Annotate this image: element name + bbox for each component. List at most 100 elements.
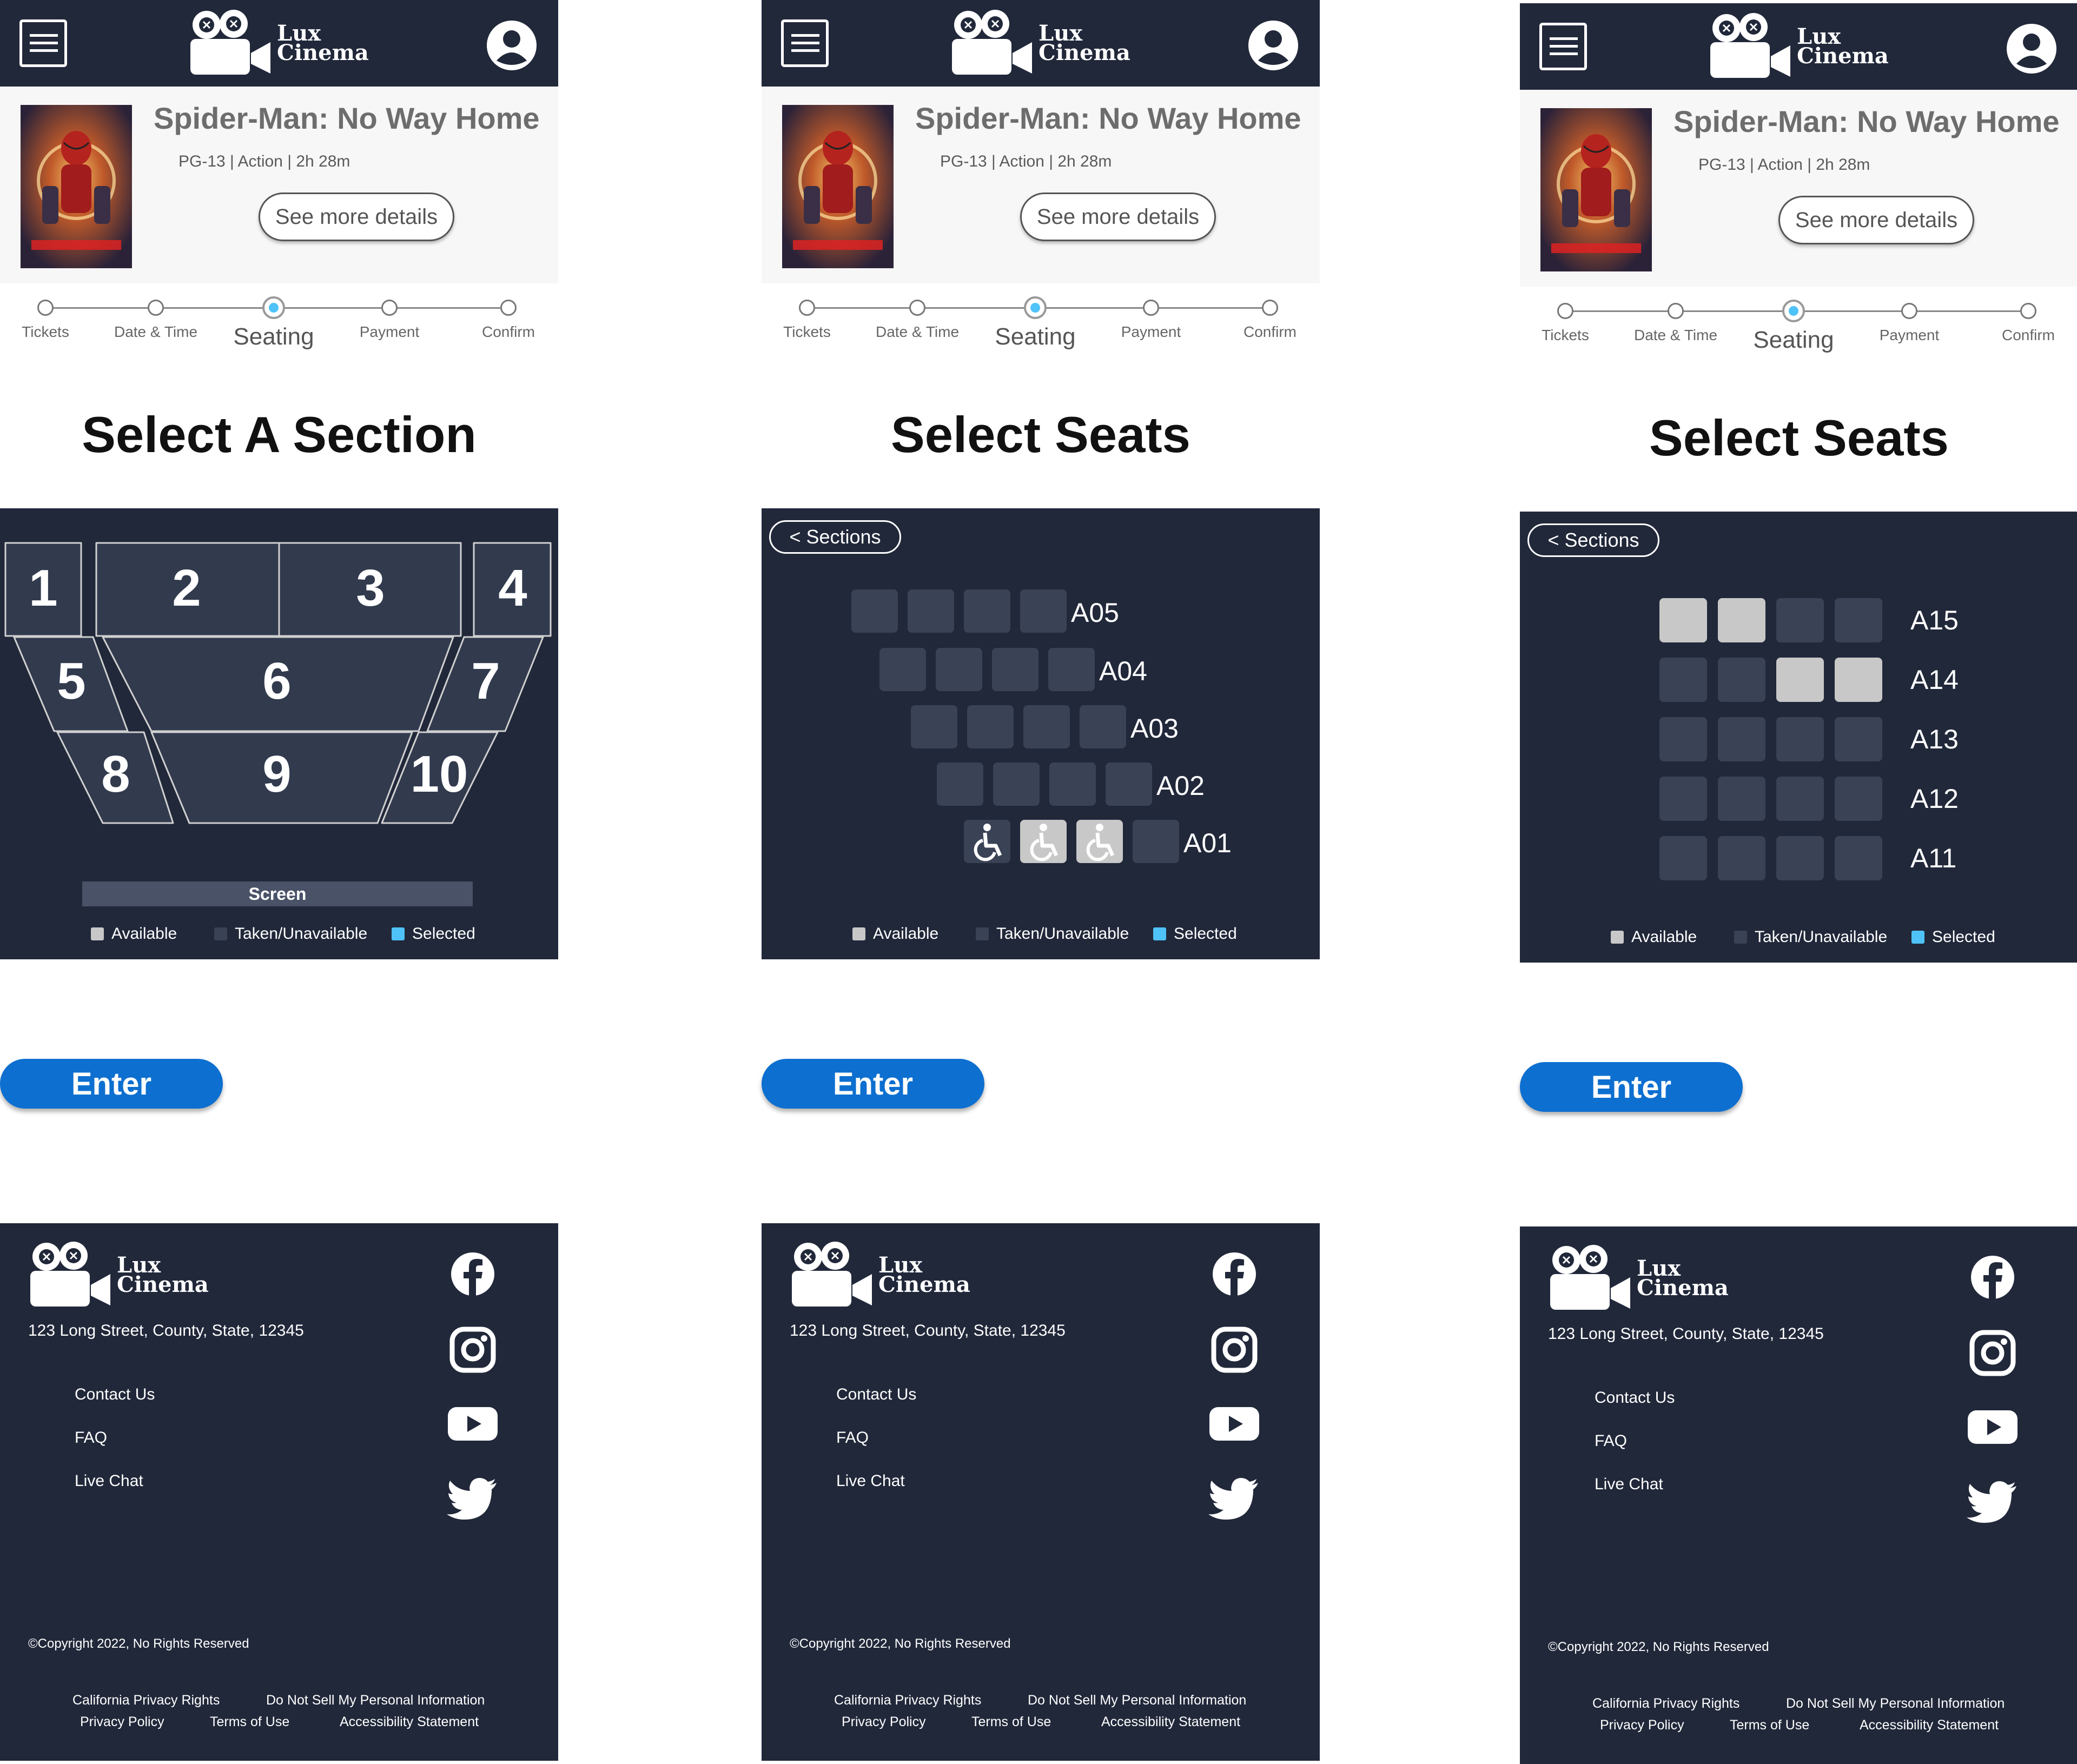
brand-logo[interactable]: Lux Cinema xyxy=(1704,11,1899,81)
seat[interactable] xyxy=(1776,777,1824,821)
seat[interactable] xyxy=(1106,762,1152,806)
accessibility-statement-link[interactable]: Accessibility Statement xyxy=(1101,1714,1240,1730)
footer-brand-logo[interactable]: Lux Cinema xyxy=(1544,1243,1738,1313)
contact-us-link[interactable]: Contact Us xyxy=(1595,1389,1675,1407)
seat[interactable] xyxy=(1023,705,1070,748)
youtube-link[interactable] xyxy=(1207,1396,1261,1450)
section-1[interactable]: 1 xyxy=(4,542,82,637)
seat[interactable] xyxy=(1659,658,1707,702)
seat[interactable] xyxy=(964,589,1010,633)
step-dot-date-time[interactable] xyxy=(909,300,925,316)
movie-poster[interactable] xyxy=(782,105,894,268)
seat[interactable] xyxy=(1718,836,1765,880)
seat[interactable] xyxy=(1659,777,1707,821)
youtube-link[interactable] xyxy=(1966,1400,2020,1454)
step-dot-seating[interactable] xyxy=(1782,300,1805,322)
step-dot-payment[interactable] xyxy=(1143,300,1159,316)
accessibility-statement-link[interactable]: Accessibility Statement xyxy=(340,1714,479,1730)
seat[interactable] xyxy=(911,705,957,748)
brand-logo[interactable]: Lux Cinema xyxy=(184,8,379,78)
seat[interactable] xyxy=(1049,762,1096,806)
footer-brand-logo[interactable]: Lux Cinema xyxy=(24,1239,219,1310)
faq-link[interactable]: FAQ xyxy=(75,1429,107,1447)
movie-poster[interactable] xyxy=(1540,108,1652,271)
step-dot-payment[interactable] xyxy=(381,300,398,316)
instagram-link[interactable] xyxy=(1966,1326,2020,1380)
faq-link[interactable]: FAQ xyxy=(836,1429,869,1447)
hamburger-menu-button[interactable] xyxy=(781,19,829,67)
seat[interactable] xyxy=(1020,820,1067,863)
seat[interactable] xyxy=(1133,820,1179,863)
step-dot-confirm[interactable] xyxy=(1262,300,1278,316)
seat[interactable] xyxy=(1048,648,1095,691)
do-not-sell-link[interactable]: Do Not Sell My Personal Information xyxy=(266,1693,485,1708)
do-not-sell-link[interactable]: Do Not Sell My Personal Information xyxy=(1028,1693,1246,1708)
seat[interactable] xyxy=(1659,717,1707,761)
privacy-policy-link[interactable]: Privacy Policy xyxy=(842,1714,926,1730)
seat[interactable] xyxy=(1776,717,1824,761)
twitter-link[interactable] xyxy=(1207,1470,1261,1524)
enter-button[interactable]: Enter xyxy=(1520,1062,1743,1112)
step-dot-confirm[interactable] xyxy=(500,300,517,316)
facebook-link[interactable] xyxy=(1207,1247,1261,1301)
seat[interactable] xyxy=(908,589,954,633)
see-more-details-button[interactable]: See more details xyxy=(1020,193,1216,241)
live-chat-link[interactable]: Live Chat xyxy=(75,1472,143,1490)
section-4[interactable]: 4 xyxy=(473,542,552,637)
privacy-policy-link[interactable]: Privacy Policy xyxy=(80,1714,164,1730)
seat[interactable] xyxy=(1835,598,1882,642)
seat[interactable] xyxy=(964,820,1010,863)
section-9[interactable]: 9 xyxy=(150,731,413,824)
hamburger-menu-button[interactable] xyxy=(19,19,67,67)
seat[interactable] xyxy=(1718,777,1765,821)
seat[interactable] xyxy=(993,762,1040,806)
movie-poster[interactable] xyxy=(21,105,132,268)
terms-of-use-link[interactable]: Terms of Use xyxy=(1730,1717,1809,1733)
live-chat-link[interactable]: Live Chat xyxy=(836,1472,905,1490)
seat[interactable] xyxy=(1718,598,1765,642)
seat[interactable] xyxy=(992,648,1038,691)
seat[interactable] xyxy=(851,589,898,633)
twitter-link[interactable] xyxy=(446,1470,500,1524)
contact-us-link[interactable]: Contact Us xyxy=(836,1385,916,1404)
seat[interactable] xyxy=(1659,836,1707,880)
seat[interactable] xyxy=(936,648,982,691)
twitter-link[interactable] xyxy=(1966,1473,2020,1527)
section-6[interactable]: 6 xyxy=(102,636,454,732)
step-dot-confirm[interactable] xyxy=(2020,303,2036,319)
faq-link[interactable]: FAQ xyxy=(1595,1432,1627,1450)
privacy-policy-link[interactable]: Privacy Policy xyxy=(1600,1717,1684,1733)
account-button[interactable] xyxy=(1248,21,1298,70)
account-button[interactable] xyxy=(2007,24,2056,74)
instagram-link[interactable] xyxy=(446,1323,500,1377)
step-dot-tickets[interactable] xyxy=(799,300,815,316)
step-dot-payment[interactable] xyxy=(1901,303,1917,319)
footer-brand-logo[interactable]: Lux Cinema xyxy=(785,1239,980,1310)
section-2[interactable]: 2 xyxy=(95,542,280,637)
seat[interactable] xyxy=(1776,598,1824,642)
do-not-sell-link[interactable]: Do Not Sell My Personal Information xyxy=(1786,1696,2005,1712)
enter-button[interactable]: Enter xyxy=(762,1059,984,1109)
step-dot-seating[interactable] xyxy=(262,296,285,319)
california-privacy-link[interactable]: California Privacy Rights xyxy=(72,1693,220,1708)
seat[interactable] xyxy=(1076,820,1123,863)
step-dot-date-time[interactable] xyxy=(1668,303,1684,319)
facebook-link[interactable] xyxy=(446,1247,500,1301)
section-3[interactable]: 3 xyxy=(278,542,462,637)
youtube-link[interactable] xyxy=(446,1396,500,1450)
seat[interactable] xyxy=(1835,717,1882,761)
back-to-sections-button[interactable]: < Sections xyxy=(1527,523,1659,557)
seat[interactable] xyxy=(1659,598,1707,642)
section-8[interactable]: 8 xyxy=(56,731,174,824)
step-dot-tickets[interactable] xyxy=(37,300,54,316)
terms-of-use-link[interactable]: Terms of Use xyxy=(971,1714,1051,1730)
seat[interactable] xyxy=(879,648,926,691)
seat[interactable] xyxy=(1080,705,1126,748)
california-privacy-link[interactable]: California Privacy Rights xyxy=(1592,1696,1739,1712)
accessibility-statement-link[interactable]: Accessibility Statement xyxy=(1860,1717,1999,1733)
facebook-link[interactable] xyxy=(1966,1250,2020,1304)
seat[interactable] xyxy=(937,762,983,806)
step-dot-seating[interactable] xyxy=(1024,296,1047,319)
seat[interactable] xyxy=(1835,836,1882,880)
account-button[interactable] xyxy=(487,21,537,70)
